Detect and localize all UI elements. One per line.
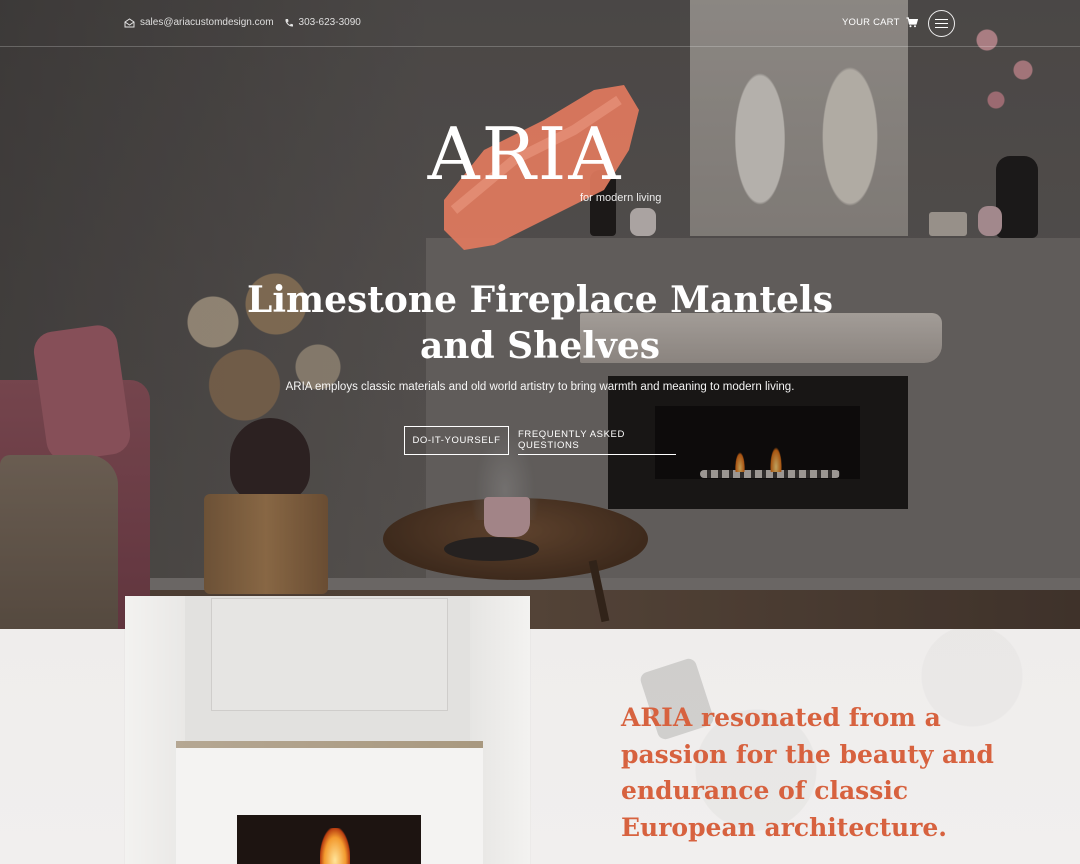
about-heading-line1: ARIA resonated from a [621, 703, 941, 732]
logo-tagline: for modern living [580, 192, 662, 204]
cart-label: YOUR CART [842, 17, 900, 28]
hamburger-line [935, 22, 948, 25]
contact-info: sales@ariacustomdesign.com 303-623-3090 [124, 17, 371, 28]
phone-text: 303-623-3090 [298, 17, 361, 28]
email-text: sales@ariacustomdesign.com [140, 17, 274, 28]
cart-icon [906, 17, 918, 28]
faq-button[interactable]: FREQUENTLY ASKED QUESTIONS [518, 426, 676, 455]
do-it-yourself-button[interactable]: DO-IT-YOURSELF [404, 426, 509, 455]
hamburger-menu-button[interactable] [928, 10, 955, 37]
hero-title-line1: Limestone Fireplace Mantels [247, 279, 833, 321]
hamburger-line [935, 27, 948, 29]
hero-title: Limestone Fireplace Mantels and Shelves [240, 277, 840, 369]
fire-flames [320, 828, 350, 864]
phone-icon [285, 18, 293, 27]
cart-link[interactable]: YOUR CART [842, 17, 918, 28]
site-logo[interactable]: ARIA for modern living [400, 66, 680, 256]
about-heading: ARIA resonated from a passion for the be… [621, 700, 1021, 846]
hero-subtitle: ARIA employs classic materials and old w… [285, 381, 795, 393]
email-link[interactable]: sales@ariacustomdesign.com [124, 17, 274, 28]
about-heading-line2: passion for the beauty and [621, 739, 994, 769]
overmantel-inset [211, 598, 448, 711]
mail-icon [124, 17, 135, 27]
hero-title-line2: and Shelves [419, 325, 661, 367]
logo-wordmark: ARIA [427, 112, 623, 196]
about-heading-line4: European architecture. [621, 812, 947, 842]
stone-shelf [176, 741, 483, 748]
hamburger-menu-icon [935, 18, 948, 20]
phone-link[interactable]: 303-623-3090 [284, 17, 361, 28]
top-bar: sales@ariacustomdesign.com 303-623-3090 … [0, 0, 1080, 47]
about-heading-line3: endurance of classic [621, 776, 909, 805]
hero-section: sales@ariacustomdesign.com 303-623-3090 … [0, 0, 1080, 629]
